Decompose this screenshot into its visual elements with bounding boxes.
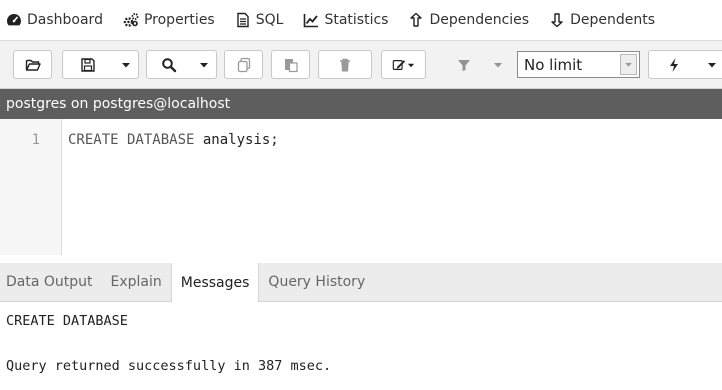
save-icon [81,57,95,72]
tab-label: SQL [255,12,284,28]
find-icon [162,57,177,72]
delete-icon [340,58,350,71]
chevron-down-icon [707,62,716,67]
messages-panel: CREATE DATABASE Query returned successfu… [0,302,722,390]
panel-splitter[interactable] [0,255,722,263]
execute-icon [670,57,678,72]
properties-icon [123,12,139,28]
result-tabs: Data Output Explain Messages Query Histo… [0,263,722,302]
delete-button[interactable] [318,50,372,79]
tab-label: Dependencies [429,12,530,28]
message-line: CREATE DATABASE [6,313,128,329]
save-options-dropdown[interactable] [113,50,139,79]
chevron-down-icon [620,54,637,75]
tab-dependents[interactable]: Dependents [539,0,665,40]
tab-messages[interactable]: Messages [170,263,260,302]
edit-icon [392,59,405,70]
execute-button[interactable] [648,50,700,79]
copy-button[interactable] [224,50,263,79]
find-button[interactable] [146,50,192,79]
tab-label: Statistics [324,12,389,28]
sql-editor[interactable]: 1 CREATE DATABASE analysis; [0,119,722,256]
tab-data-output[interactable]: Data Output [0,263,102,301]
filter-button[interactable] [450,50,478,79]
sql-keyword: CREATE DATABASE [68,132,195,148]
copy-icon [237,57,250,72]
edit-dropdown-button[interactable] [381,50,426,79]
tab-dependencies[interactable]: Dependencies [398,0,539,40]
open-file-button[interactable] [13,50,52,79]
open-file-icon [25,59,41,71]
rows-limit-select[interactable]: No limit [517,51,640,78]
tab-query-history[interactable]: Query History [259,263,374,301]
query-toolbar: No limit [0,41,722,89]
chevron-down-icon [407,63,414,67]
tab-statistics[interactable]: Statistics [293,0,398,40]
paste-icon [284,58,298,72]
sql-icon [235,12,251,28]
chevron-down-icon [199,62,208,67]
tab-dashboard[interactable]: Dashboard [0,0,113,40]
filter-icon [458,59,470,71]
statistics-icon [303,12,319,28]
connection-label: postgres on postgres@localhost [6,96,231,112]
dependencies-icon [408,12,424,28]
filter-options-dropdown[interactable] [487,50,509,79]
tab-label: Dashboard [27,12,103,28]
connection-header: postgres on postgres@localhost [0,89,722,119]
tab-properties[interactable]: Properties [113,0,225,40]
tab-explain[interactable]: Explain [102,263,171,301]
message-line: Query returned successfully in 387 msec. [6,358,332,374]
paste-button[interactable] [271,50,310,79]
save-button[interactable] [62,50,114,79]
find-options-dropdown[interactable] [191,50,217,79]
object-tabs: Dashboard Properties SQL Statistics Depe… [0,0,722,41]
line-number: 1 [31,132,40,148]
code-line[interactable]: CREATE DATABASE analysis; [68,132,279,148]
dashboard-icon [6,12,22,28]
chevron-down-icon [121,62,130,67]
sql-identifier: analysis; [202,132,279,148]
tab-label: Dependents [570,12,656,28]
rows-limit-value: No limit [524,55,583,74]
dependents-icon [549,12,565,28]
tab-label: Properties [143,12,215,28]
chevron-down-icon [494,62,502,67]
tab-sql[interactable]: SQL [225,0,294,40]
execute-options-dropdown[interactable] [699,50,722,79]
line-number-gutter: 1 [0,119,62,255]
